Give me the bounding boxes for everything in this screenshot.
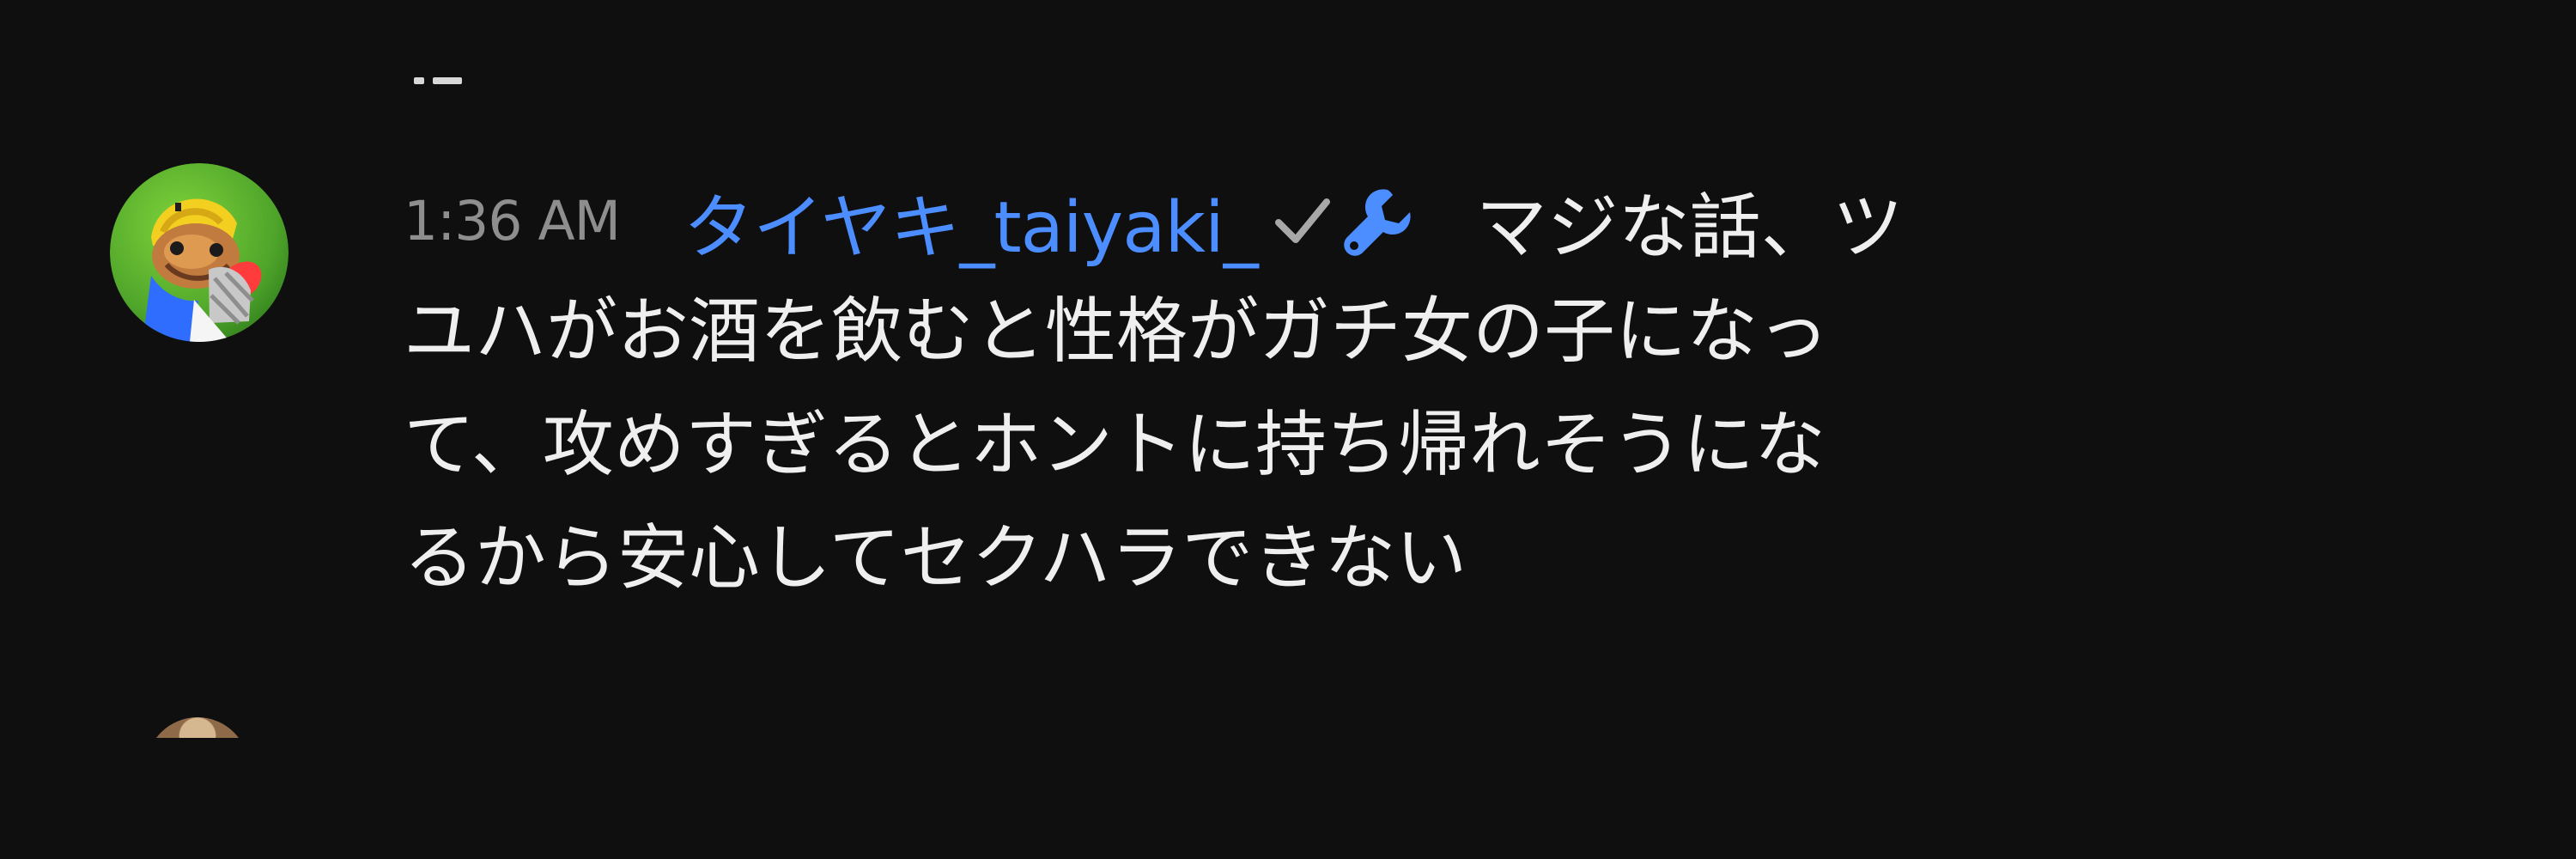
- chat-surface: 1:36 AM タイヤキ_taiyaki_ マジな話、ツ ユハがお酒を飲むと性格…: [0, 0, 2576, 859]
- next-message-avatar-fragment: [146, 717, 249, 738]
- avatar: [146, 717, 249, 738]
- chat-message: 1:36 AM タイヤキ_taiyaki_ マジな話、ツ ユハがお酒を飲むと性格…: [0, 163, 2576, 696]
- message-text-first-line: マジな話、ツ: [1475, 186, 1904, 269]
- wrench-icon: [1340, 181, 1419, 260]
- previous-message-fragment: [414, 77, 471, 84]
- avatar[interactable]: [110, 163, 289, 342]
- message-text: ユハがお酒を飲むと性格がガチ女の子になっ て、攻めすぎるとホントに持ち帰れそうに…: [404, 289, 1829, 600]
- previous-message-mark: [414, 77, 424, 84]
- avatar-image: [110, 163, 289, 342]
- author-name[interactable]: タイヤキ_taiyaki_: [683, 170, 1259, 272]
- message-content: 1:36 AM タイヤキ_taiyaki_ マジな話、ツ ユハがお酒を飲むと性格…: [404, 174, 2370, 615]
- message-header-line: 1:36 AM タイヤキ_taiyaki_ マジな話、ツ: [404, 174, 2370, 269]
- message-timestamp: 1:36 AM: [404, 189, 621, 253]
- check-icon: [1272, 190, 1334, 252]
- previous-message-mark: [433, 77, 462, 84]
